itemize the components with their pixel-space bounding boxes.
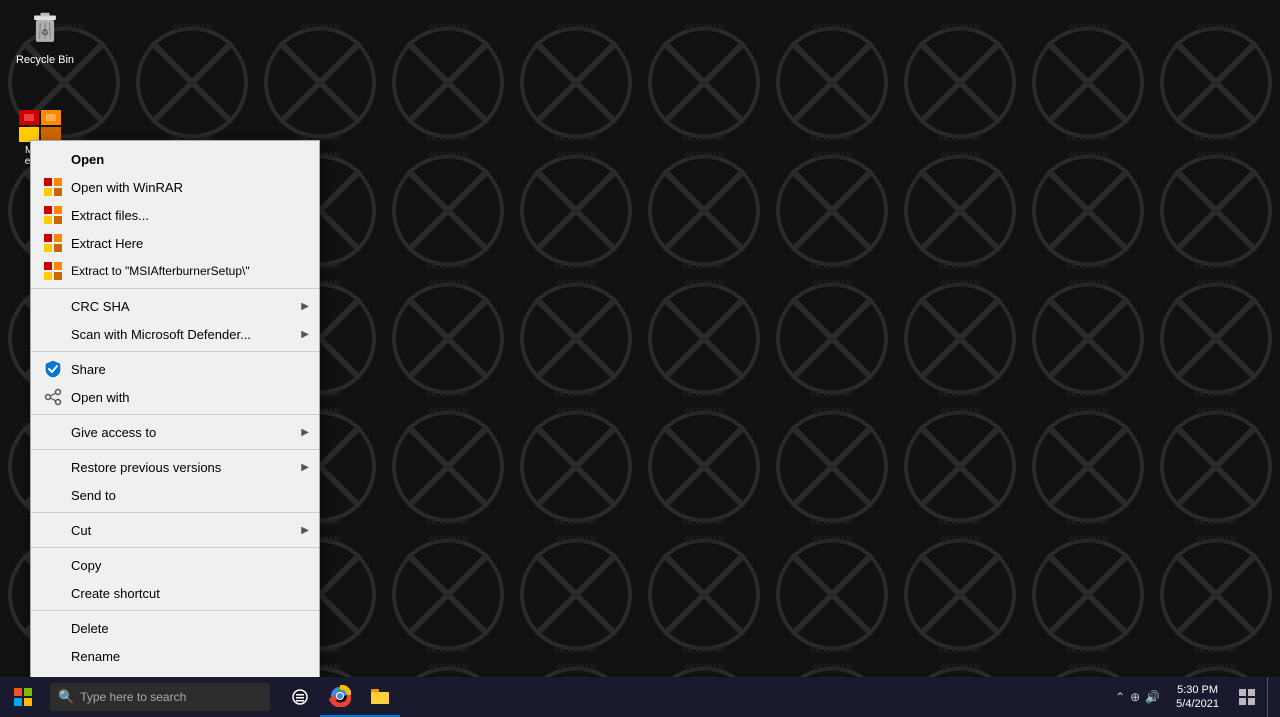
context-menu-open-with[interactable]: Give access to (31, 418, 319, 446)
extract-to-icon (43, 261, 63, 281)
context-menu-crc-sha[interactable]: Scan with Microsoft Defender... (31, 320, 319, 348)
scan-defender-label: Share (71, 362, 307, 377)
restore-versions-label: Send to (71, 488, 307, 503)
send-to-icon (43, 520, 63, 540)
context-menu-share[interactable]: Open with (31, 383, 319, 411)
give-access-label: Restore previous versions (71, 460, 307, 475)
context-menu: Open Open with WinRAR (30, 140, 320, 717)
7zip-icon (43, 296, 63, 316)
context-menu-open-winrar[interactable]: Open with WinRAR (31, 173, 319, 201)
give-access-icon (43, 457, 63, 477)
context-menu-extract-here[interactable]: Extract Here (31, 229, 319, 257)
desktop: GEEKRAR GEEKRAR ♻ Recycle Bin (0, 0, 1280, 717)
context-menu-7zip[interactable]: CRC SHA (31, 292, 319, 320)
context-menu-restore-versions[interactable]: Send to (31, 481, 319, 509)
taskbar-right: ⌃ ⊕ 🔊 5:30 PM 5/4/2021 (1107, 677, 1280, 717)
extract-to-label: Extract to "MSIAfterburnerSetup\" (71, 264, 307, 278)
open-with-icon (43, 422, 63, 442)
taskbar-chrome[interactable] (320, 677, 360, 717)
chevron-up-icon[interactable]: ⌃ (1115, 690, 1125, 704)
extract-here-label: Extract Here (71, 236, 307, 251)
context-menu-send-to[interactable]: Cut (31, 516, 319, 544)
separator-7 (31, 610, 319, 611)
separator-6 (31, 547, 319, 548)
show-desktop-button[interactable] (1267, 677, 1275, 717)
systray: ⌃ ⊕ 🔊 (1107, 690, 1168, 704)
copy-label: Create shortcut (71, 586, 307, 601)
context-menu-delete[interactable]: Rename (31, 642, 319, 670)
delete-icon (43, 646, 63, 666)
create-shortcut-icon (43, 618, 63, 638)
context-menu-open[interactable]: Open (31, 145, 319, 173)
context-menu-extract-to[interactable]: Extract to "MSIAfterburnerSetup\" (31, 257, 319, 285)
context-menu-create-shortcut[interactable]: Delete (31, 614, 319, 642)
context-menu-open-label: Open (71, 152, 307, 167)
extract-here-icon (43, 233, 63, 253)
separator-4 (31, 449, 319, 450)
share-label: Open with (71, 390, 307, 405)
defender-icon (43, 359, 63, 379)
share-icon (43, 387, 63, 407)
cut-label: Copy (71, 558, 307, 573)
taskbar: 🔍 Type here to search (0, 677, 1280, 717)
open-winrar-label: Open with WinRAR (71, 180, 307, 195)
clock-date: 5/4/2021 (1176, 697, 1219, 711)
start-button[interactable] (0, 677, 45, 717)
volume-icon[interactable]: 🔊 (1145, 690, 1160, 704)
restore-versions-icon (43, 485, 63, 505)
crc-sha-label: Scan with Microsoft Defender... (71, 327, 307, 342)
open-with-label: Give access to (71, 425, 307, 440)
taskbar-icons (280, 677, 400, 717)
delete-label: Rename (71, 649, 307, 664)
taskbar-clock[interactable]: 5:30 PM 5/4/2021 (1168, 683, 1227, 712)
create-shortcut-label: Delete (71, 621, 307, 636)
extract-files-label: Extract files... (71, 208, 307, 223)
svg-text:♻: ♻ (41, 27, 49, 37)
copy-icon (43, 583, 63, 603)
network-icon[interactable]: ⊕ (1130, 690, 1140, 704)
extract-files-icon (43, 205, 63, 225)
cut-icon (43, 555, 63, 575)
context-menu-scan-defender[interactable]: Share (31, 355, 319, 383)
winrar-icon (43, 177, 63, 197)
taskbar-file-explorer[interactable] (360, 677, 400, 717)
context-menu-copy[interactable]: Create shortcut (31, 579, 319, 607)
clock-time: 5:30 PM (1177, 683, 1218, 697)
separator-5 (31, 512, 319, 513)
recycle-bin-label: Recycle Bin (16, 54, 74, 66)
open-icon (43, 149, 63, 169)
taskbar-search-placeholder: Type here to search (80, 690, 186, 704)
separator-2 (31, 351, 319, 352)
7zip-label: CRC SHA (71, 299, 307, 314)
send-to-label: Cut (71, 523, 307, 538)
context-menu-extract-files[interactable]: Extract files... (31, 201, 319, 229)
crc-sha-icon (43, 324, 63, 344)
recycle-bin-icon[interactable]: ♻ Recycle Bin (10, 10, 80, 66)
taskbar-search[interactable]: 🔍 Type here to search (50, 683, 270, 711)
context-menu-give-access[interactable]: Restore previous versions (31, 453, 319, 481)
notification-button[interactable] (1227, 677, 1267, 717)
separator-3 (31, 414, 319, 415)
context-menu-cut[interactable]: Copy (31, 551, 319, 579)
search-icon: 🔍 (58, 689, 74, 705)
separator-1 (31, 288, 319, 289)
task-view-button[interactable] (280, 677, 320, 717)
